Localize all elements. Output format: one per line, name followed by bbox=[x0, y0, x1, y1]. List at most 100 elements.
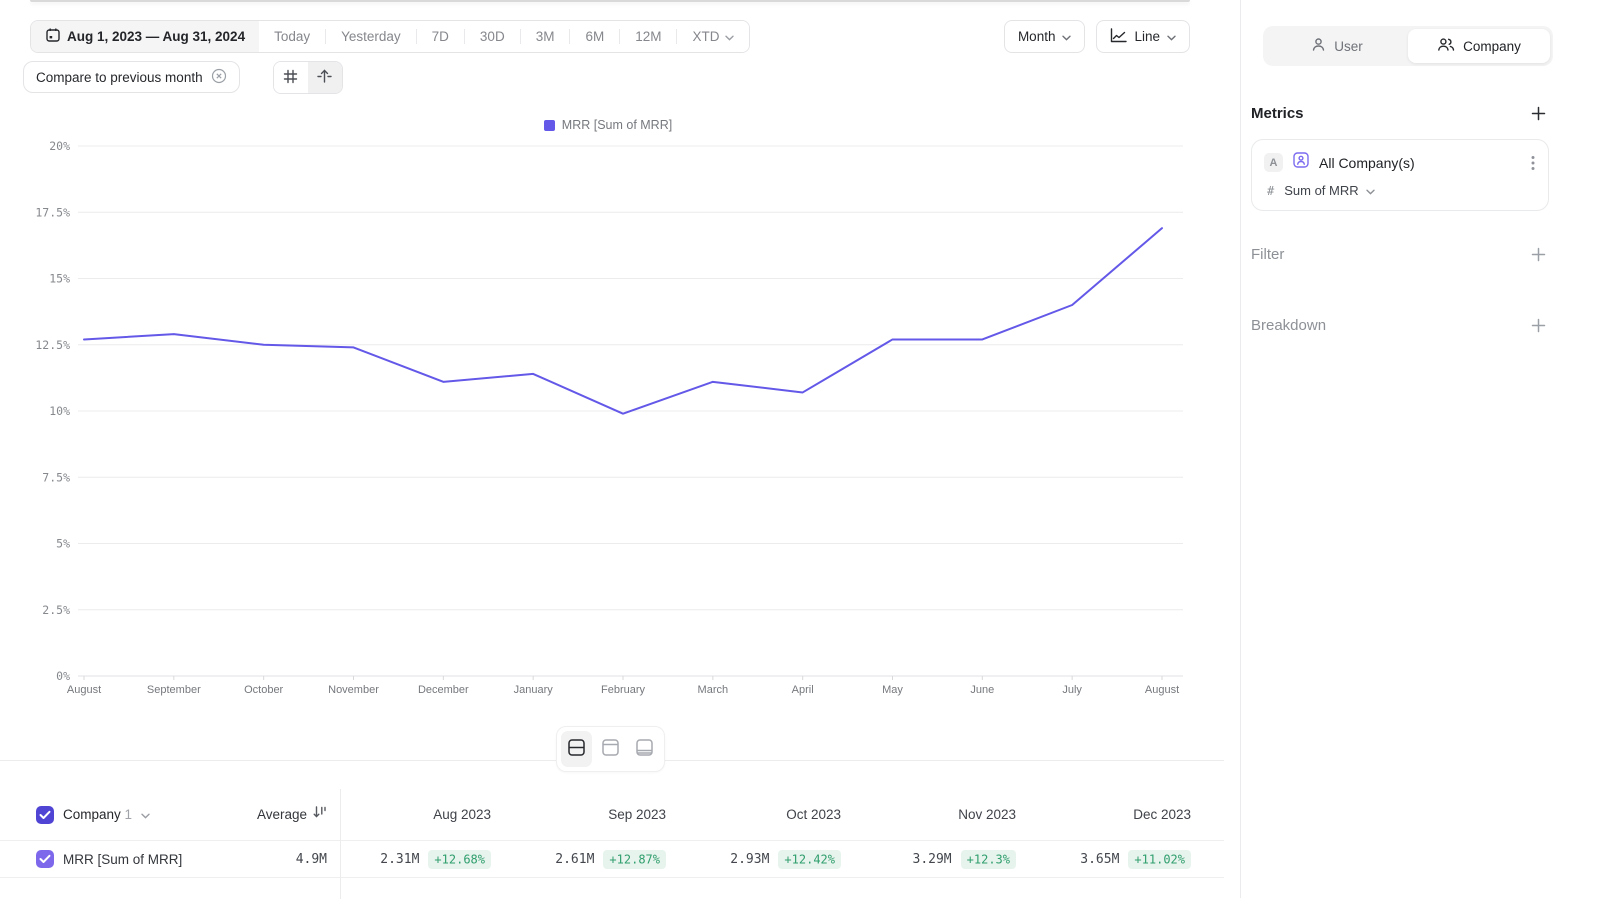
month-column-header: Sep 2023 bbox=[515, 807, 690, 822]
svg-text:May: May bbox=[882, 684, 903, 696]
svg-text:September: September bbox=[147, 684, 201, 696]
chevron-down-icon bbox=[1366, 183, 1375, 198]
preset-12m-button[interactable]: 12M bbox=[620, 29, 677, 44]
table-row[interactable]: MRR [Sum of MRR] 4.9M 2.31M +12.68% 2.61M +… bbox=[0, 841, 1224, 878]
mrr-line-chart[interactable]: 20%17.5%15%12.5%10%7.5%5%2.5%0%AugustSep… bbox=[0, 133, 1216, 708]
preset-xtd-button[interactable]: XTD bbox=[677, 21, 749, 52]
month-value: 2.31M bbox=[380, 852, 419, 867]
compare-toolbar: Compare to previous month bbox=[23, 61, 343, 94]
preset-today-button[interactable]: Today bbox=[259, 29, 326, 44]
tab-user[interactable]: User bbox=[1266, 29, 1408, 63]
metric-name: Sum of MRR bbox=[1284, 183, 1358, 198]
grid-toggle-button[interactable] bbox=[274, 62, 308, 93]
user-icon bbox=[1311, 37, 1326, 55]
date-toolbar: Aug 1, 2023 — Aug 31, 2024 TodayYesterda… bbox=[30, 20, 750, 53]
svg-text:15%: 15% bbox=[49, 272, 70, 286]
svg-text:10%: 10% bbox=[49, 404, 70, 418]
preset-30d-button[interactable]: 30D bbox=[465, 29, 521, 44]
legend-label: MRR [Sum of MRR] bbox=[562, 118, 672, 132]
numeric-metric-icon: # bbox=[1267, 184, 1274, 198]
month-value: 2.93M bbox=[730, 852, 769, 867]
xtd-label: XTD bbox=[692, 29, 719, 44]
preset-3m-button[interactable]: 3M bbox=[521, 29, 571, 44]
month-cell: 2.61M +12.87% bbox=[515, 850, 690, 868]
metric-selector[interactable]: Sum of MRR bbox=[1284, 183, 1374, 198]
month-column-header: Dec 2023 bbox=[1040, 807, 1215, 822]
line-chart-icon bbox=[1110, 28, 1127, 46]
filter-title: Filter bbox=[1251, 246, 1284, 263]
svg-text:7.5%: 7.5% bbox=[42, 470, 70, 484]
granularity-button[interactable]: Month bbox=[1004, 20, 1086, 53]
date-range-segmented-control: Aug 1, 2023 — Aug 31, 2024 TodayYesterda… bbox=[30, 20, 750, 53]
add-metric-button[interactable] bbox=[1528, 103, 1549, 124]
svg-text:August: August bbox=[67, 684, 101, 696]
tab-company[interactable]: Company bbox=[1408, 29, 1550, 63]
split-view-icon bbox=[567, 738, 586, 760]
svg-text:April: April bbox=[792, 684, 814, 696]
users-icon bbox=[1437, 37, 1455, 55]
month-column-header: Nov 2023 bbox=[865, 807, 1040, 822]
goal-line-toggle-button[interactable] bbox=[308, 62, 342, 93]
entity-count: 1 bbox=[125, 807, 133, 822]
month-value: 2.61M bbox=[555, 852, 594, 867]
average-column-header: Average bbox=[257, 807, 307, 822]
company-badge-icon bbox=[1292, 151, 1310, 174]
metric-card[interactable]: A All Company(s) # Sum of MRR bbox=[1251, 139, 1549, 211]
add-filter-button[interactable] bbox=[1528, 244, 1549, 265]
compare-chip[interactable]: Compare to previous month bbox=[23, 61, 240, 93]
entity-column-header: Company 1 bbox=[63, 807, 132, 822]
metrics-section-header: Metrics bbox=[1251, 103, 1549, 124]
close-circle-icon[interactable] bbox=[211, 68, 227, 87]
chevron-down-icon bbox=[1167, 29, 1176, 44]
average-value: 4.9M bbox=[296, 852, 327, 867]
chart-only-icon bbox=[601, 738, 620, 760]
row-metric-label: MRR [Sum of MRR] bbox=[63, 852, 182, 867]
compare-chip-label: Compare to previous month bbox=[36, 70, 203, 85]
change-badge: +12.68% bbox=[428, 850, 491, 869]
config-sidebar: User Company Metrics A bbox=[1240, 0, 1600, 898]
chevron-down-icon[interactable] bbox=[141, 806, 150, 824]
month-value: 3.65M bbox=[1080, 852, 1119, 867]
svg-text:November: November bbox=[328, 684, 379, 696]
granularity-label: Month bbox=[1018, 29, 1056, 44]
change-badge: +12.3% bbox=[961, 850, 1016, 869]
entity-tab-group: User Company bbox=[1263, 26, 1553, 66]
svg-text:June: June bbox=[970, 684, 994, 696]
change-badge: +12.42% bbox=[778, 850, 841, 869]
chevron-down-icon bbox=[725, 29, 734, 44]
select-all-checkbox[interactable] bbox=[36, 806, 54, 824]
chart-option-toggles bbox=[273, 61, 343, 94]
svg-text:17.5%: 17.5% bbox=[35, 205, 70, 219]
preset-7d-button[interactable]: 7D bbox=[417, 29, 465, 44]
date-range-button[interactable]: Aug 1, 2023 — Aug 31, 2024 bbox=[31, 21, 259, 52]
metrics-title: Metrics bbox=[1251, 105, 1304, 122]
svg-text:October: October bbox=[244, 684, 283, 696]
preset-yesterday-button[interactable]: Yesterday bbox=[326, 29, 417, 44]
month-value: 3.29M bbox=[913, 852, 952, 867]
analytics-panel: Aug 1, 2023 — Aug 31, 2024 TodayYesterda… bbox=[0, 0, 1224, 898]
svg-text:12.5%: 12.5% bbox=[35, 338, 70, 352]
sort-descending-icon[interactable] bbox=[313, 805, 327, 824]
chart-legend: MRR [Sum of MRR] bbox=[0, 118, 1216, 132]
svg-text:August: August bbox=[1145, 684, 1179, 696]
layout-table-only-button[interactable] bbox=[629, 731, 660, 767]
date-range-label: Aug 1, 2023 — Aug 31, 2024 bbox=[67, 29, 245, 44]
chart-type-button[interactable]: Line bbox=[1096, 20, 1190, 53]
change-badge: +12.87% bbox=[603, 850, 666, 869]
kebab-menu-icon[interactable] bbox=[1528, 152, 1538, 174]
month-cell: 3.65M+11.02% bbox=[1040, 850, 1215, 868]
svg-text:December: December bbox=[418, 684, 469, 696]
breakdown-section-header: Breakdown bbox=[1251, 315, 1549, 336]
add-breakdown-button[interactable] bbox=[1528, 315, 1549, 336]
card-top-edge bbox=[30, 0, 1190, 2]
preset-6m-button[interactable]: 6M bbox=[570, 29, 620, 44]
layout-chart-only-button[interactable] bbox=[595, 731, 626, 767]
month-cell: 2.31M +12.68% bbox=[340, 850, 515, 868]
row-checkbox[interactable] bbox=[36, 850, 54, 868]
legend-swatch bbox=[544, 120, 555, 131]
month-cell: 3.29M +12.3% bbox=[865, 850, 1040, 868]
tab-user-label: User bbox=[1334, 39, 1363, 54]
layout-split-view-button[interactable] bbox=[561, 731, 592, 767]
svg-text:5%: 5% bbox=[56, 537, 70, 551]
arrow-up-dashed-icon bbox=[317, 68, 332, 87]
